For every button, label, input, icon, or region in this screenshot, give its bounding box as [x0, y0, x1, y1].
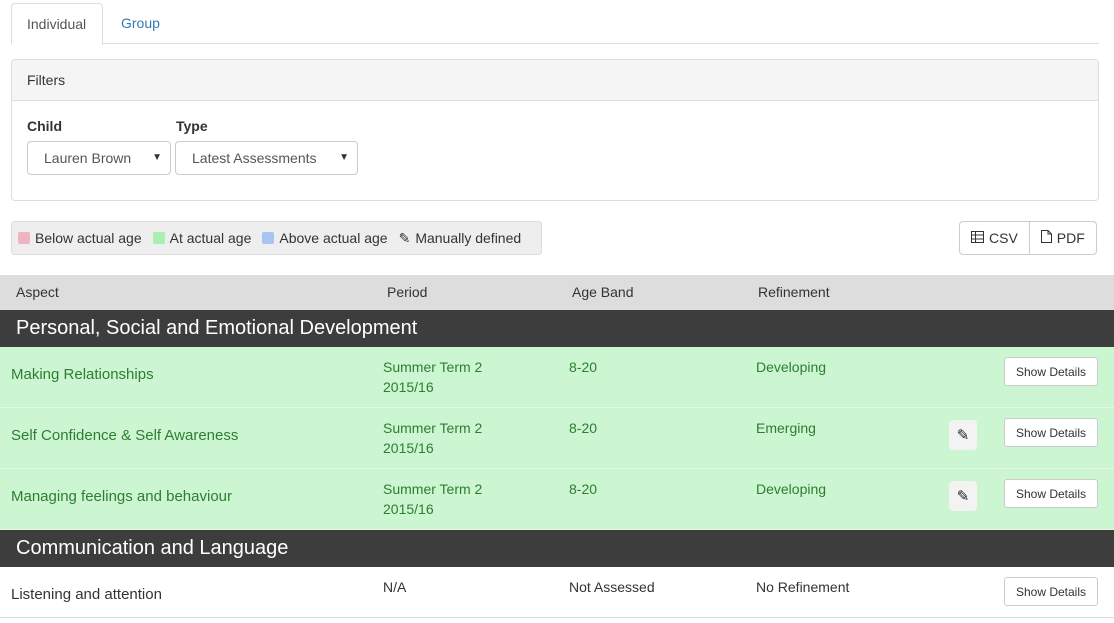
period-term: Summer Term 2	[383, 481, 483, 497]
header-aspect: Aspect	[16, 284, 59, 300]
below-age-swatch	[18, 232, 30, 244]
child-select-value: Lauren Brown	[44, 150, 132, 166]
filters-heading: Filters	[12, 60, 1098, 101]
age-band-cell: 8-20	[569, 359, 598, 375]
legend-label: At actual age	[169, 230, 252, 246]
refinement-cell: No Refinement	[756, 579, 850, 595]
table-row: Self Confidence & Self Awareness Summer …	[0, 408, 1114, 469]
group-header: Communication and Language	[0, 530, 1114, 567]
show-details-button[interactable]: Show Details	[1004, 479, 1098, 508]
header-period: Period	[387, 284, 428, 300]
period-year: 2015/16	[383, 440, 434, 456]
type-label: Type	[176, 118, 208, 134]
pdf-label: PDF	[1056, 230, 1085, 246]
csv-button[interactable]: CSV	[959, 221, 1030, 255]
pencil-icon: ✎	[398, 229, 411, 246]
table-row: Making Relationships Summer Term 2 2015/…	[0, 347, 1114, 408]
csv-label: CSV	[989, 230, 1018, 246]
aspect-cell: Managing feelings and behaviour	[11, 488, 232, 505]
show-details-button[interactable]: Show Details	[1004, 577, 1098, 606]
period-term: Summer Term 2	[383, 420, 483, 436]
type-select-value: Latest Assessments	[192, 150, 317, 166]
legend-label: Manually defined	[415, 230, 522, 246]
table-icon	[971, 230, 984, 246]
legend-manually-defined: ✎ Manually defined	[399, 230, 522, 247]
above-age-swatch	[262, 232, 275, 244]
export-button-group: CSV PDF	[959, 221, 1097, 255]
period-cell: N/A	[383, 579, 407, 595]
tab-individual[interactable]: Individual	[11, 3, 103, 45]
pencil-icon[interactable]: ✎	[949, 481, 977, 511]
period-cell: Summer Term 2 2015/16	[383, 418, 482, 458]
type-select[interactable]: Latest Assessments ▼	[175, 141, 358, 175]
pencil-icon[interactable]: ✎	[949, 420, 977, 450]
age-band-cell: 8-20	[569, 420, 598, 436]
legend-at-age: At actual age	[152, 230, 252, 246]
legend-above-age: Above actual age	[262, 230, 388, 246]
group-header: Personal, Social and Emotional Developme…	[0, 310, 1114, 347]
tab-bar: Individual Group	[11, 2, 1099, 45]
child-select[interactable]: Lauren Brown ▼	[27, 141, 171, 175]
refinement-cell: Emerging	[756, 420, 816, 436]
period-cell: Summer Term 2 2015/16	[383, 357, 482, 397]
age-band-cell: 8-20	[569, 481, 598, 497]
legend-below-age: Below actual age	[18, 230, 142, 246]
table-header: Aspect Period Age Band Refinement	[0, 275, 1114, 310]
age-band-cell: Not Assessed	[569, 579, 655, 595]
show-details-button[interactable]: Show Details	[1004, 418, 1098, 447]
refinement-cell: Developing	[756, 359, 827, 375]
legend-label: Above actual age	[279, 230, 388, 246]
header-age-band: Age Band	[572, 284, 634, 300]
legend-label: Below actual age	[35, 230, 142, 246]
table-row: Listening and attention N/A Not Assessed…	[0, 567, 1114, 618]
at-age-swatch	[152, 232, 165, 244]
file-pdf-icon	[1040, 230, 1052, 246]
caret-down-icon: ▼	[152, 152, 162, 163]
period-term: Summer Term 2	[383, 359, 483, 375]
period-year: 2015/16	[383, 379, 434, 395]
refinement-cell: Developing	[756, 481, 827, 497]
child-label: Child	[27, 118, 62, 134]
header-refinement: Refinement	[758, 284, 830, 300]
show-details-button[interactable]: Show Details	[1004, 357, 1098, 386]
pdf-button[interactable]: PDF	[1029, 221, 1097, 255]
caret-down-icon: ▼	[339, 152, 349, 163]
table-row: Managing feelings and behaviour Summer T…	[0, 469, 1114, 530]
aspect-cell: Self Confidence & Self Awareness	[11, 427, 239, 444]
period-year: 2015/16	[383, 501, 434, 517]
period-cell: Summer Term 2 2015/16	[383, 479, 482, 519]
aspect-cell: Making Relationships	[11, 366, 154, 383]
legend: Below actual age At actual age Above act…	[11, 221, 542, 255]
aspect-cell: Listening and attention	[11, 586, 162, 603]
tab-group[interactable]: Group	[106, 3, 175, 45]
filters-panel: Filters Child Lauren Brown ▼ Type Latest…	[11, 59, 1099, 201]
